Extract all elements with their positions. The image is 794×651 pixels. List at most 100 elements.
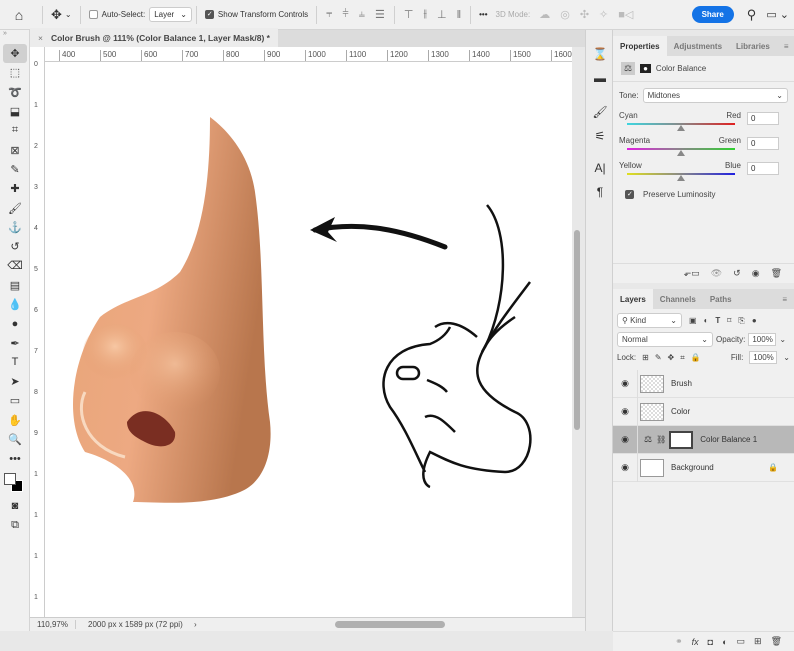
home-icon[interactable]: ⌂ bbox=[0, 0, 38, 30]
view-previous-state-icon[interactable]: 👁 bbox=[711, 268, 722, 279]
link-layers-icon[interactable]: ⚭ bbox=[675, 636, 683, 647]
document-canvas[interactable] bbox=[45, 62, 572, 617]
rectangle-tool[interactable]: ▭ bbox=[0, 391, 30, 410]
move-tool[interactable]: ✥ bbox=[3, 44, 27, 64]
eye-icon[interactable]: ◉ bbox=[613, 378, 637, 389]
slider-track[interactable] bbox=[627, 148, 735, 156]
frame-tool[interactable]: ⊠ bbox=[0, 140, 30, 159]
horizontal-scroll-thumb[interactable] bbox=[335, 621, 445, 628]
tab-adjustments[interactable]: Adjustments bbox=[667, 36, 729, 56]
adjustments-sliders-icon[interactable]: ⚟ bbox=[586, 124, 614, 148]
slider-value-input[interactable]: 0 bbox=[747, 112, 779, 125]
gradient-tool[interactable]: ▤ bbox=[0, 276, 30, 295]
blend-mode-select[interactable]: Normal ⌄ bbox=[617, 332, 713, 347]
toggle-visibility-icon[interactable]: ◉ bbox=[752, 268, 760, 279]
hand-tool[interactable]: ✋ bbox=[0, 411, 30, 430]
search-icon[interactable]: ⚲ bbox=[747, 7, 757, 23]
workspace-icon[interactable]: ▭ ⌄ bbox=[766, 8, 789, 21]
pen-tool[interactable]: ✒ bbox=[0, 333, 30, 352]
align-top-icon[interactable]: ⊤ bbox=[404, 8, 414, 21]
object-select-tool[interactable]: ⬓ bbox=[0, 102, 30, 121]
marquee-tool[interactable]: ⬚ bbox=[0, 63, 30, 82]
slider-thumb[interactable] bbox=[677, 175, 685, 181]
dodge-tool[interactable]: ● bbox=[0, 314, 30, 333]
filter-shape-icon[interactable]: ⌑ bbox=[727, 316, 731, 325]
align-middle-icon[interactable]: ⫲ bbox=[423, 8, 427, 21]
eye-icon[interactable]: ◉ bbox=[613, 406, 637, 417]
history-brush-tool[interactable]: ↺ bbox=[0, 237, 30, 256]
tab-channels[interactable]: Channels bbox=[653, 289, 703, 309]
more-options-button[interactable]: ••• bbox=[475, 0, 491, 30]
brush-settings-icon[interactable]: 🖌 bbox=[586, 100, 614, 124]
tab-layers[interactable]: Layers bbox=[613, 289, 653, 309]
slider-value-input[interactable]: 0 bbox=[747, 162, 779, 175]
layers-menu-icon[interactable]: ≡ bbox=[775, 289, 794, 309]
zoom-tool[interactable]: 🔍 bbox=[0, 430, 30, 449]
zoom-level[interactable]: 110,97% bbox=[30, 620, 76, 629]
opacity-dropdown[interactable]: ⌄ bbox=[779, 335, 786, 344]
tab-libraries[interactable]: Libraries bbox=[729, 36, 777, 56]
expand-toolbar-icon[interactable]: » bbox=[0, 30, 29, 44]
add-mask-icon[interactable]: ◘ bbox=[708, 637, 713, 647]
healing-tool[interactable]: ✚ bbox=[0, 179, 30, 198]
clip-to-layer-icon[interactable]: ⬐▭ bbox=[684, 268, 700, 279]
new-layer-icon[interactable]: ⊞ bbox=[754, 636, 762, 647]
fill-input[interactable]: 100% bbox=[749, 351, 778, 364]
comments-icon[interactable]: ▬ bbox=[586, 66, 614, 90]
layer-row[interactable]: ◉ Color bbox=[613, 397, 794, 426]
color-swatches[interactable] bbox=[0, 469, 30, 497]
layer-row[interactable]: ◉ Background 🔒 bbox=[613, 453, 794, 482]
screen-mode-icon[interactable]: ⧉ bbox=[0, 516, 30, 535]
auto-select-checkbox[interactable]: Auto-Select: bbox=[85, 0, 150, 30]
crop-tool[interactable]: ⌗ bbox=[0, 121, 30, 140]
slider-value-input[interactable]: 0 bbox=[747, 137, 779, 150]
lock-artboard-icon[interactable]: ⌗ bbox=[680, 353, 685, 363]
eye-icon[interactable]: ◉ bbox=[613, 434, 637, 445]
filter-adjustment-icon[interactable]: ◐ bbox=[704, 316, 709, 325]
status-menu-arrow[interactable]: › bbox=[194, 620, 197, 629]
opacity-input[interactable]: 100% bbox=[748, 333, 777, 346]
history-icon[interactable]: ⌛ bbox=[586, 42, 614, 66]
slider-track[interactable] bbox=[627, 123, 735, 131]
blur-tool[interactable]: 💧 bbox=[0, 295, 30, 314]
quick-mask-icon[interactable]: ◙ bbox=[0, 497, 30, 516]
type-tool[interactable]: T bbox=[0, 353, 30, 372]
delete-layer-icon[interactable]: 🗑 bbox=[771, 636, 782, 647]
filter-type-icon[interactable]: T bbox=[715, 316, 720, 325]
chain-link-icon[interactable]: ⛓ bbox=[656, 435, 666, 444]
align-left-icon[interactable]: ⫧ bbox=[326, 8, 332, 21]
show-transform-checkbox[interactable]: Show Transform Controls bbox=[201, 0, 312, 30]
eyedropper-tool[interactable]: ✎ bbox=[0, 160, 30, 179]
panel-menu-icon[interactable]: ≡ bbox=[777, 36, 794, 56]
lock-position-icon[interactable]: ✥ bbox=[668, 353, 675, 362]
distribute-icon[interactable]: ☰ bbox=[375, 8, 385, 21]
tone-select[interactable]: Midtones ⌄ bbox=[642, 88, 788, 103]
paragraph-icon[interactable]: ¶ bbox=[586, 180, 614, 204]
reset-icon[interactable]: ↺ bbox=[733, 268, 741, 279]
layer-filter-select[interactable]: ⚲ Kind ⌄ bbox=[617, 313, 682, 328]
move-tool-preset-icon[interactable]: ✥ ⌄ bbox=[47, 0, 76, 30]
character-icon[interactable]: A| bbox=[586, 156, 614, 180]
lasso-tool[interactable]: ➰ bbox=[0, 83, 30, 102]
layer-select[interactable]: Layer ⌄ bbox=[149, 7, 192, 22]
align-right-icon[interactable]: ⫨ bbox=[359, 8, 365, 21]
document-tab[interactable]: × Color Brush @ 111% (Color Balance 1, L… bbox=[30, 28, 278, 47]
eye-icon[interactable]: ◉ bbox=[613, 462, 637, 473]
distribute-vertical-icon[interactable]: ‖ bbox=[457, 9, 462, 21]
eraser-tool[interactable]: ⌫ bbox=[0, 256, 30, 275]
tab-paths[interactable]: Paths bbox=[703, 289, 739, 309]
lock-transparent-icon[interactable]: ⊞ bbox=[642, 353, 649, 362]
delete-icon[interactable]: 🗑 bbox=[771, 268, 782, 279]
align-bottom-icon[interactable]: ⊥ bbox=[437, 8, 447, 21]
stamp-tool[interactable]: ⚓ bbox=[0, 218, 30, 237]
more-tools[interactable]: ••• bbox=[0, 449, 30, 468]
preserve-luminosity-checkbox[interactable]: Preserve Luminosity bbox=[613, 178, 794, 199]
fill-dropdown[interactable]: ⌄ bbox=[783, 353, 790, 362]
layer-mask-icon[interactable]: ● bbox=[640, 64, 651, 73]
filter-pixel-icon[interactable]: ▣ bbox=[689, 316, 697, 325]
share-button[interactable]: Share bbox=[691, 6, 734, 23]
layer-mask-thumbnail[interactable] bbox=[669, 430, 694, 449]
lock-pixels-icon[interactable]: ✎ bbox=[655, 353, 662, 362]
filter-smart-object-icon[interactable]: ⎘ bbox=[738, 316, 744, 326]
tab-properties[interactable]: Properties bbox=[613, 36, 667, 56]
